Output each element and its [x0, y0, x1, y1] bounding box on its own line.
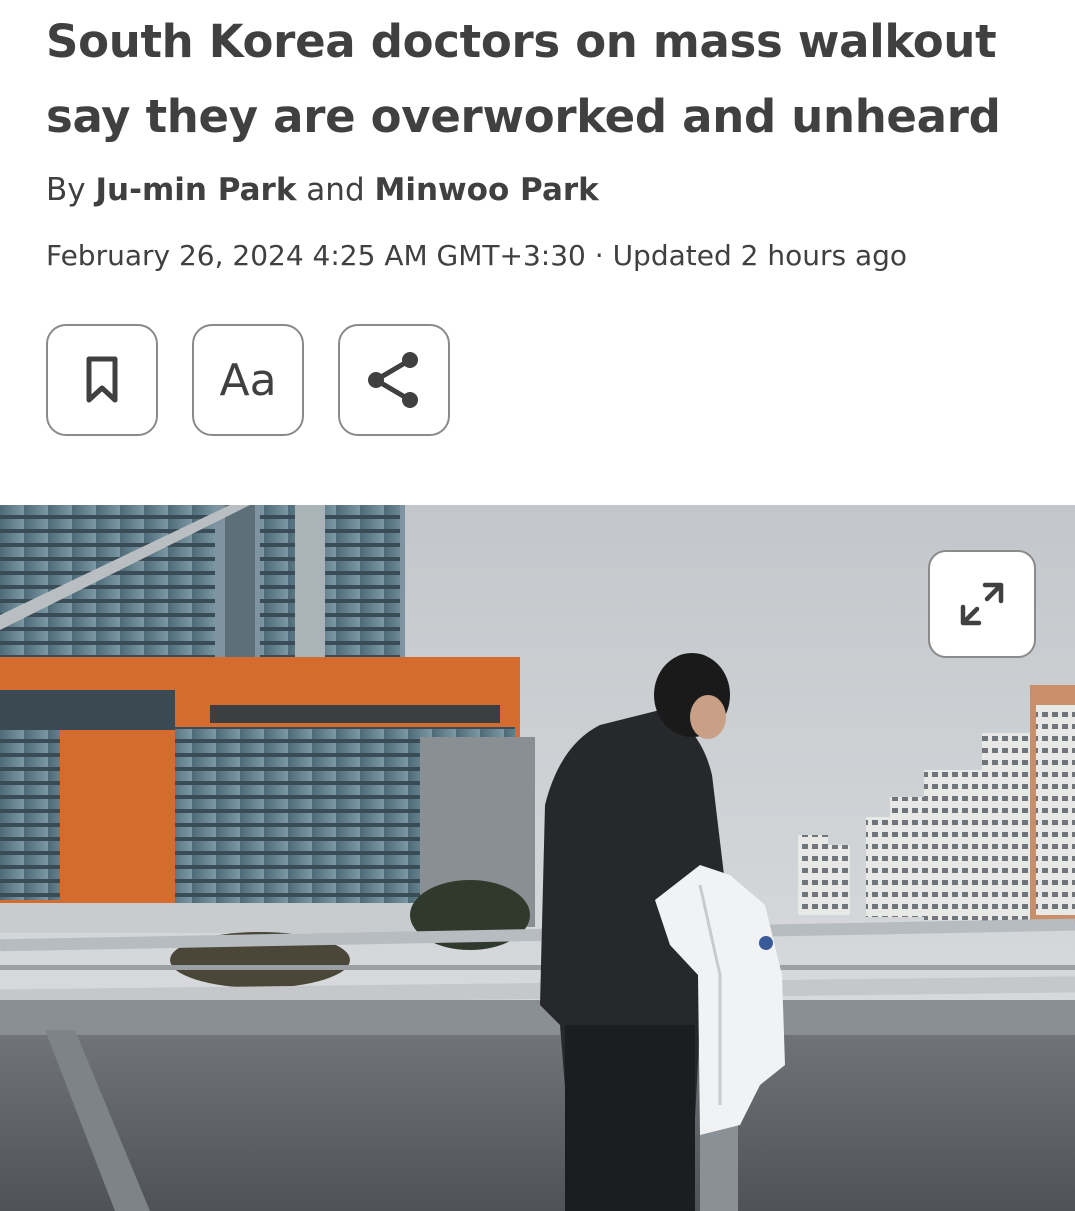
- byline: By Ju-min Park and Minwoo Park: [46, 168, 599, 212]
- expand-icon: [960, 582, 1004, 626]
- dateline-separator: ·: [585, 239, 613, 272]
- bookmark-button[interactable]: [46, 324, 158, 436]
- expand-image-button[interactable]: [928, 550, 1036, 658]
- hero-image: [0, 505, 1075, 1211]
- published-date: February 26, 2024 4:25 AM GMT+3:30: [46, 239, 586, 272]
- text-size-button[interactable]: Aa: [192, 324, 304, 436]
- dateline: February 26, 2024 4:25 AM GMT+3:30 · Upd…: [46, 236, 907, 276]
- article-toolbar: Aa: [46, 324, 450, 436]
- author-link-2[interactable]: Minwoo Park: [374, 172, 598, 208]
- byline-prefix: By: [46, 172, 96, 208]
- updated-time: Updated 2 hours ago: [612, 239, 908, 272]
- bookmark-icon: [86, 356, 118, 403]
- byline-conjunction: and: [296, 172, 375, 208]
- article: South Korea doctors on mass walkout say …: [0, 0, 1075, 1211]
- share-button[interactable]: [338, 324, 450, 436]
- text-size-label: Aa: [219, 354, 277, 406]
- hero-photo: [0, 505, 1075, 1211]
- headline: South Korea doctors on mass walkout say …: [46, 15, 1001, 143]
- author-link-1[interactable]: Ju-min Park: [95, 172, 296, 208]
- share-icon: [368, 352, 418, 408]
